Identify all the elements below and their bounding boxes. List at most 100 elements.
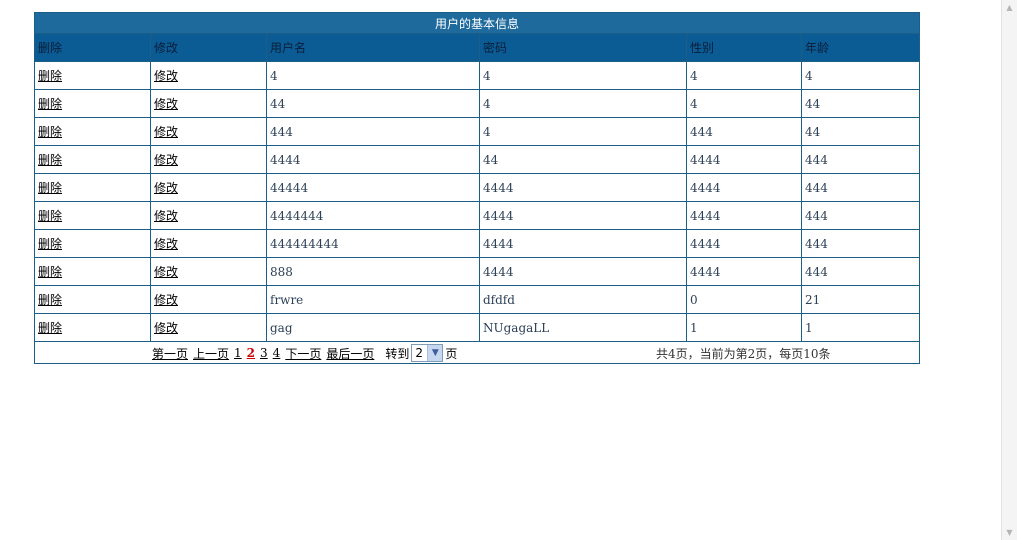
cell-username: 44444 xyxy=(266,173,480,202)
cell-age: 444 xyxy=(800,257,921,286)
table-row: 删除 修改 444 4 444 44 xyxy=(34,117,921,146)
cell-password: 4444 xyxy=(479,257,687,286)
cell-gender: 1 xyxy=(686,313,802,342)
delete-cell: 删除 xyxy=(34,145,151,174)
edit-cell: 修改 xyxy=(150,89,267,118)
table-row: 删除 修改 frwre dfdfd 0 21 xyxy=(34,285,921,314)
edit-cell: 修改 xyxy=(150,229,267,258)
cell-age: 44 xyxy=(800,89,921,118)
table-row: 删除 修改 888 4444 4444 444 xyxy=(34,257,921,286)
cell-gender: 4 xyxy=(686,89,802,118)
cell-age: 44 xyxy=(800,117,921,146)
edit-link[interactable]: 修改 xyxy=(154,237,178,251)
scroll-down-icon[interactable]: ▼ xyxy=(1002,525,1017,540)
edit-cell: 修改 xyxy=(150,61,267,90)
delete-cell: 删除 xyxy=(34,313,151,342)
edit-cell: 修改 xyxy=(150,117,267,146)
delete-cell: 删除 xyxy=(34,173,151,202)
header-delete: 删除 xyxy=(34,33,151,62)
goto-page-select[interactable]: 2 ▼ xyxy=(411,344,444,362)
cell-gender: 4 xyxy=(686,61,802,90)
cell-password: 4 xyxy=(479,89,687,118)
cell-username: 44 xyxy=(266,89,480,118)
edit-link[interactable]: 修改 xyxy=(154,125,178,139)
cell-gender: 4444 xyxy=(686,257,802,286)
goto-page-value: 2 xyxy=(415,346,423,360)
page-link-1[interactable]: 1 xyxy=(234,346,242,360)
vertical-scrollbar[interactable]: ▲ ▼ xyxy=(1001,0,1017,540)
chevron-down-icon[interactable]: ▼ xyxy=(427,345,443,361)
cell-age: 4 xyxy=(800,61,921,90)
page-suffix: 页 xyxy=(445,346,458,361)
cell-age: 444 xyxy=(800,229,921,258)
cell-username: gag xyxy=(266,313,480,342)
delete-link[interactable]: 删除 xyxy=(38,293,62,307)
delete-cell: 删除 xyxy=(34,201,151,230)
delete-link[interactable]: 删除 xyxy=(38,265,62,279)
cell-gender: 444 xyxy=(686,117,802,146)
delete-cell: 删除 xyxy=(34,61,151,90)
current-page: 2 xyxy=(246,346,256,360)
edit-cell: 修改 xyxy=(150,313,267,342)
delete-link[interactable]: 删除 xyxy=(38,97,62,111)
cell-gender: 4444 xyxy=(686,173,802,202)
table-title: 用户的基本信息 xyxy=(33,12,921,34)
edit-link[interactable]: 修改 xyxy=(154,293,178,307)
edit-link[interactable]: 修改 xyxy=(154,321,178,335)
cell-gender: 4444 xyxy=(686,229,802,258)
header-gender: 性别 xyxy=(686,33,802,62)
edit-cell: 修改 xyxy=(150,201,267,230)
cell-password: 44 xyxy=(479,145,687,174)
pager-row: 第一页 上一页 1 2 3 4 下一页 最后一页 转到 2 ▼ 页 共4页，当前… xyxy=(33,341,921,364)
table-header-row: 删除 修改 用户名 密码 性别 年龄 xyxy=(34,33,921,62)
table-row: 删除 修改 4 4 4 4 xyxy=(34,61,921,90)
header-password: 密码 xyxy=(479,33,687,62)
table-row: 删除 修改 444444444 4444 4444 444 xyxy=(34,229,921,258)
goto-page: 转到 2 ▼ 页 xyxy=(385,344,457,362)
edit-link[interactable]: 修改 xyxy=(154,265,178,279)
delete-cell: 删除 xyxy=(34,285,151,314)
delete-cell: 删除 xyxy=(34,229,151,258)
pagination: 第一页 上一页 1 2 3 4 下一页 最后一页 转到 2 ▼ 页 xyxy=(152,344,457,362)
edit-link[interactable]: 修改 xyxy=(154,69,178,83)
user-table-container: 用户的基本信息 删除 修改 用户名 密码 性别 年龄 删除 修改 4 4 4 4 删除 修改 4… xyxy=(33,12,921,364)
prev-page-link[interactable]: 上一页 xyxy=(193,345,229,362)
table-title-row: 用户的基本信息 xyxy=(33,12,921,34)
delete-link[interactable]: 删除 xyxy=(38,181,62,195)
edit-link[interactable]: 修改 xyxy=(154,153,178,167)
table-row: 删除 修改 44 4 4 44 xyxy=(34,89,921,118)
cell-username: 4444 xyxy=(266,145,480,174)
delete-link[interactable]: 删除 xyxy=(38,209,62,223)
delete-link[interactable]: 删除 xyxy=(38,321,62,335)
table-row: 删除 修改 gag NUgagaLL 1 1 xyxy=(34,313,921,342)
edit-link[interactable]: 修改 xyxy=(154,181,178,195)
scroll-up-icon[interactable]: ▲ xyxy=(1002,0,1017,15)
page-link-3[interactable]: 3 xyxy=(260,346,268,360)
table-row: 删除 修改 44444 4444 4444 444 xyxy=(34,173,921,202)
cell-username: 888 xyxy=(266,257,480,286)
cell-gender: 4444 xyxy=(686,201,802,230)
table-row: 删除 修改 4444444 4444 4444 444 xyxy=(34,201,921,230)
cell-username: 4444444 xyxy=(266,201,480,230)
edit-cell: 修改 xyxy=(150,257,267,286)
goto-label: 转到 xyxy=(385,346,410,361)
delete-cell: 删除 xyxy=(34,89,151,118)
delete-link[interactable]: 删除 xyxy=(38,125,62,139)
edit-link[interactable]: 修改 xyxy=(154,97,178,111)
cell-password: 4444 xyxy=(479,229,687,258)
next-page-link[interactable]: 下一页 xyxy=(285,345,321,362)
last-page-link[interactable]: 最后一页 xyxy=(326,345,374,362)
header-username: 用户名 xyxy=(266,33,480,62)
cell-password: 4 xyxy=(479,61,687,90)
delete-link[interactable]: 删除 xyxy=(38,69,62,83)
cell-password: 4 xyxy=(479,117,687,146)
cell-age: 444 xyxy=(800,173,921,202)
edit-link[interactable]: 修改 xyxy=(154,209,178,223)
delete-link[interactable]: 删除 xyxy=(38,153,62,167)
page-link-4[interactable]: 4 xyxy=(273,346,281,360)
delete-cell: 删除 xyxy=(34,257,151,286)
cell-username: 444444444 xyxy=(266,229,480,258)
delete-link[interactable]: 删除 xyxy=(38,237,62,251)
cell-age: 444 xyxy=(800,201,921,230)
first-page-link[interactable]: 第一页 xyxy=(152,345,188,362)
